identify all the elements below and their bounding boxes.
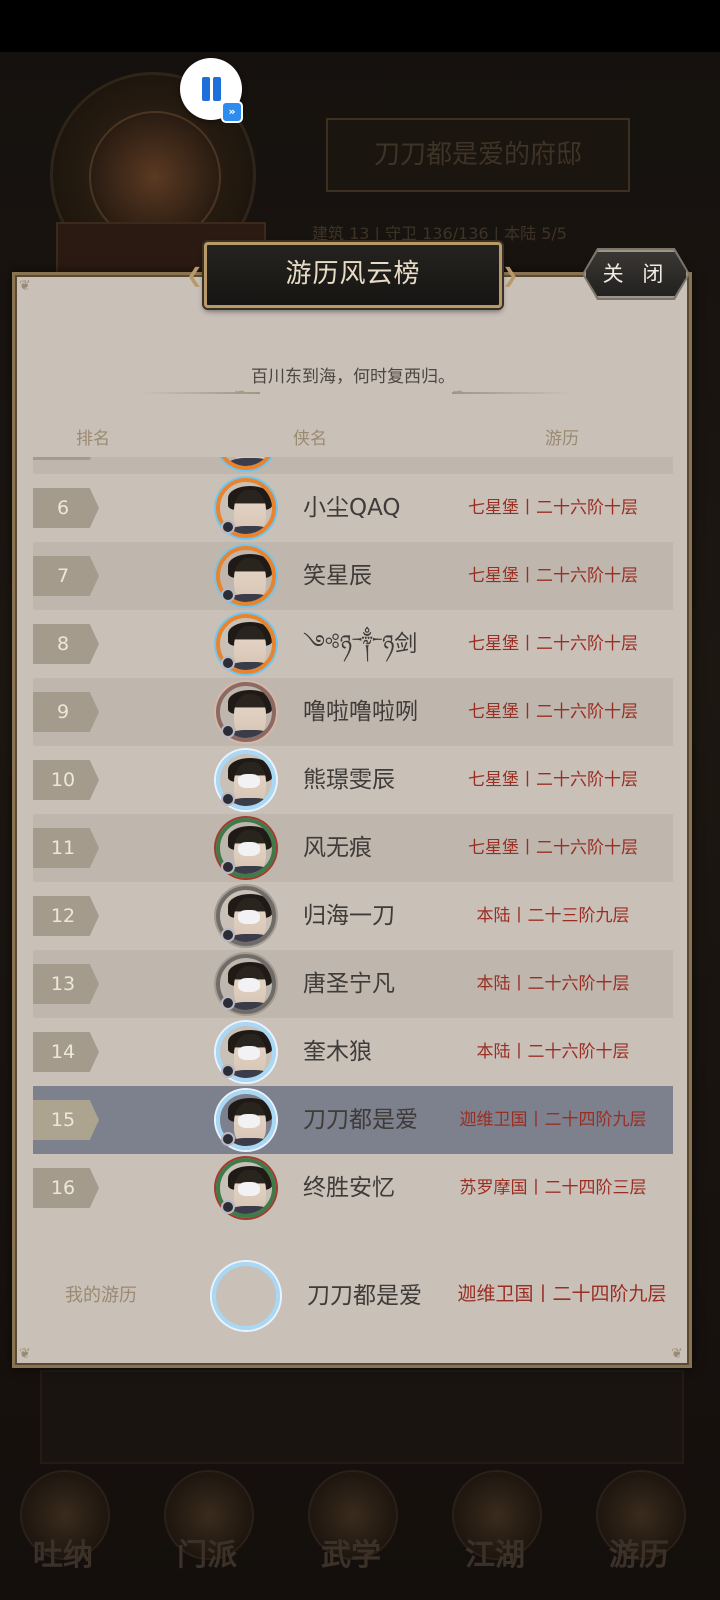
nav-label: 武学 [321, 1538, 381, 1573]
table-row[interactable]: 13 唐圣宁凡 本陆丨二十六阶十层 [33, 950, 673, 1018]
status-bar-area [0, 0, 720, 52]
rank-badge: 8 [33, 624, 99, 664]
rank-badge: 10 [33, 760, 99, 800]
profile-pin-icon [221, 860, 235, 874]
column-header-name: 侠名 [293, 429, 327, 449]
table-row[interactable]: 15 刀刀都是爱 迦维卫国丨二十四阶九层 [33, 1086, 673, 1154]
travel-progress: 七星堡丨二十六阶十层 [468, 566, 638, 586]
residence-stats: 建筑 13 | 守卫 136/136 | 本陆 5/5 [312, 224, 567, 243]
travel-progress: 七星堡丨二十六阶十层 [468, 770, 638, 790]
rank-badge: 9 [33, 692, 99, 732]
pause-icon [213, 77, 221, 101]
swirl-ornament-icon: ∽ [452, 384, 464, 400]
profile-pin-icon [221, 1064, 235, 1078]
travel-progress: 本陆丨二十六阶十层 [476, 1042, 630, 1062]
title-wing-left-icon: ❮ [186, 263, 203, 287]
corner-ornament-icon: ❦ [671, 1346, 683, 1362]
bottom-nav: 吐纳 门派 武学 江湖 游历 [0, 1460, 720, 1600]
rank-badge [33, 457, 99, 460]
ranking-list[interactable]: 6 小尘QAQ 七星堡丨二十六阶十层 7 笑星辰 七星堡丨二十六阶十层 8 ༺ཉ༒ཉ剑 七星堡丨… [33, 457, 673, 1223]
nav-label: 江湖 [465, 1538, 525, 1573]
close-button[interactable]: 关 闭 [584, 250, 688, 298]
nav-item-sect[interactable]: 门派 [152, 1470, 262, 1590]
nav-item-jianghu[interactable]: 江湖 [440, 1470, 550, 1590]
swirl-ornament-icon: ∽ [234, 384, 246, 400]
table-row[interactable]: 6 小尘QAQ 七星堡丨二十六阶十层 [33, 474, 673, 542]
player-name[interactable]: 刀刀都是爱 [303, 1086, 418, 1154]
nav-label: 游历 [609, 1538, 669, 1573]
profile-pin-icon [221, 1132, 235, 1146]
nav-item-travel[interactable]: 游历 [584, 1470, 694, 1590]
player-name[interactable]: 风无痕 [303, 814, 372, 882]
player-name[interactable]: 熊璟雯辰 [303, 746, 395, 814]
table-row[interactable] [33, 457, 673, 474]
table-row[interactable]: 10 熊璟雯辰 七星堡丨二十六阶十层 [33, 746, 673, 814]
table-row[interactable]: 11 风无痕 七星堡丨二十六阶十层 [33, 814, 673, 882]
my-record-travel: 迦维卫国丨二十四阶九层 [457, 1283, 667, 1305]
corner-ornament-icon: ❦ [19, 278, 31, 294]
player-name[interactable]: ༺ཉ༒ཉ剑 [303, 610, 417, 678]
rank-badge: 13 [33, 964, 99, 1004]
table-row[interactable]: 16 终胜安忆 苏罗摩国丨二十四阶三层 [33, 1154, 673, 1222]
profile-pin-icon [221, 724, 235, 738]
player-name[interactable]: 小尘QAQ [303, 474, 401, 542]
profile-pin-icon [221, 928, 235, 942]
nav-item-martial[interactable]: 武学 [296, 1470, 406, 1590]
profile-pin-icon [221, 656, 235, 670]
pause-icon [202, 77, 210, 101]
player-name[interactable]: 噜啦噜啦咧 [303, 678, 418, 746]
avatar [216, 457, 276, 470]
player-name[interactable]: 归海一刀 [303, 882, 395, 950]
rank-badge: 15 [33, 1100, 99, 1140]
panel-subtitle: 百川东到海，何时复西归。 [251, 367, 455, 387]
table-row[interactable]: 9 噜啦噜啦咧 七星堡丨二十六阶十层 [33, 678, 673, 746]
rank-badge: 14 [33, 1032, 99, 1072]
player-name[interactable]: 终胜安忆 [303, 1154, 395, 1222]
fast-forward-icon[interactable]: » [221, 101, 243, 123]
profile-pin-icon [221, 996, 235, 1010]
rank-badge: 11 [33, 828, 99, 868]
rank-badge: 16 [33, 1168, 99, 1208]
column-header-rank: 排名 [76, 429, 110, 449]
nav-label: 门派 [177, 1538, 237, 1573]
rank-badge: 6 [33, 488, 99, 528]
travel-progress: 七星堡丨二十六阶十层 [468, 702, 638, 722]
table-row[interactable]: 14 奎木狼 本陆丨二十六阶十层 [33, 1018, 673, 1086]
travel-progress: 七星堡丨二十六阶十层 [468, 838, 638, 858]
table-row[interactable]: 12 归海一刀 本陆丨二十三阶九层 [33, 882, 673, 950]
rank-badge: 12 [33, 896, 99, 936]
travel-progress: 本陆丨二十三阶九层 [476, 906, 630, 926]
panel-title: 游历风云榜 [204, 242, 502, 308]
player-name[interactable]: 唐圣宁凡 [303, 950, 395, 1018]
nav-label: 吐纳 [33, 1538, 93, 1573]
player-name[interactable]: 奎木狼 [303, 1018, 372, 1086]
travel-progress: 本陆丨二十六阶十层 [476, 974, 630, 994]
my-record-label: 我的游历 [65, 1285, 137, 1306]
column-header-travel: 游历 [545, 429, 579, 449]
background-panels [40, 1370, 684, 1464]
profile-pin-icon [221, 520, 235, 534]
table-row[interactable]: 8 ༺ཉ༒ཉ剑 七星堡丨二十六阶十层 [33, 610, 673, 678]
travel-progress: 苏罗摩国丨二十四阶三层 [459, 1178, 647, 1198]
profile-pin-icon [221, 588, 235, 602]
nav-item-tuna[interactable]: 吐纳 [8, 1470, 118, 1590]
player-name[interactable]: 笑星辰 [303, 542, 372, 610]
corner-ornament-icon: ❦ [19, 1346, 31, 1362]
title-wing-right-icon: ❯ [502, 263, 519, 287]
residence-title: 刀刀都是爱的府邸 [326, 118, 630, 192]
table-row[interactable]: 7 笑星辰 七星堡丨二十六阶十层 [33, 542, 673, 610]
rank-badge: 7 [33, 556, 99, 596]
my-record-name: 刀刀都是爱 [307, 1283, 422, 1309]
travel-progress: 迦维卫国丨二十四阶九层 [459, 1110, 647, 1130]
profile-pin-icon [221, 792, 235, 806]
travel-progress: 七星堡丨二十六阶十层 [468, 498, 638, 518]
travel-progress: 七星堡丨二十六阶十层 [468, 634, 638, 654]
profile-pin-icon [221, 1200, 235, 1214]
subtitle-divider-right [452, 392, 572, 394]
my-avatar [212, 1262, 280, 1330]
